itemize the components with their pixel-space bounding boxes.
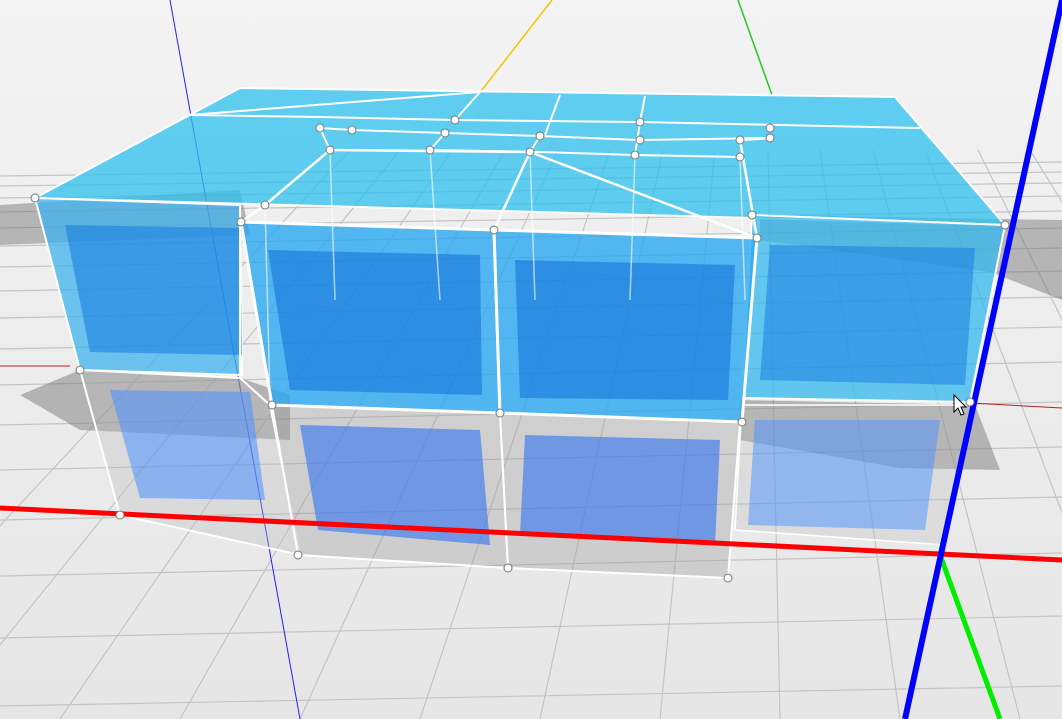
- vertex: [450, 115, 460, 125]
- vertex: [535, 131, 545, 141]
- vertex: [1000, 220, 1010, 230]
- vertex: [525, 147, 535, 157]
- vertex: [735, 152, 745, 162]
- vertex: [75, 365, 85, 375]
- vertex: [765, 123, 775, 133]
- 3d-viewport[interactable]: [0, 0, 1062, 719]
- vertex: [503, 563, 513, 573]
- vertex: [115, 510, 125, 520]
- scene-canvas[interactable]: [0, 0, 1062, 719]
- vertex: [752, 233, 762, 243]
- vertex: [735, 135, 745, 145]
- vertex: [495, 408, 505, 418]
- vertex: [737, 417, 747, 427]
- vertex: [347, 125, 357, 135]
- vertex: [315, 123, 325, 133]
- upper-floor: [31, 86, 1008, 424]
- vertex: [236, 217, 246, 227]
- vertex: [630, 150, 640, 160]
- vertex: [440, 128, 450, 138]
- vertex: [30, 193, 40, 203]
- vertex: [765, 133, 775, 143]
- vertex: [747, 210, 757, 220]
- vertex: [260, 200, 270, 210]
- vertex: [635, 135, 645, 145]
- vertex: [723, 573, 733, 583]
- vertex: [635, 117, 645, 127]
- vertex: [325, 145, 335, 155]
- vertex: [293, 550, 303, 560]
- vertex: [425, 145, 435, 155]
- vertex: [267, 400, 277, 410]
- vertex: [965, 397, 975, 407]
- vertex: [489, 225, 499, 235]
